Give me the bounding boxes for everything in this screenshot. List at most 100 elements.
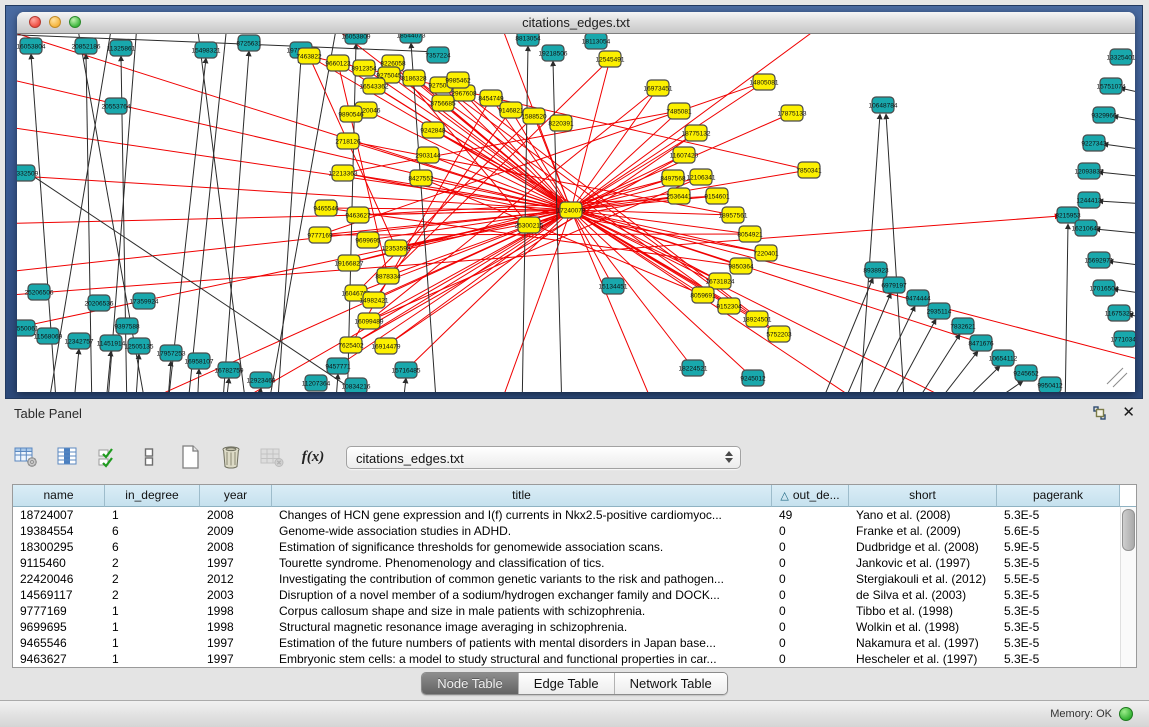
graph-node[interactable]: 2903144 xyxy=(415,147,441,163)
graph-node[interactable]: 17710343 xyxy=(1111,331,1135,347)
graph-node[interactable]: 12213363 xyxy=(329,165,358,181)
graph-node[interactable]: 9985462 xyxy=(445,72,471,88)
graph-node[interactable]: 7850341 xyxy=(796,162,822,178)
column-header-out_de[interactable]: △out_de... xyxy=(772,485,849,507)
column-header-title[interactable]: title xyxy=(272,485,772,507)
graph-node[interactable]: 11568069 xyxy=(34,328,63,344)
graph-node[interactable]: 16782759 xyxy=(215,362,244,378)
graph-node[interactable]: 1244413 xyxy=(1076,192,1102,208)
graph-node[interactable]: 9463627 xyxy=(345,207,371,223)
graph-node[interactable]: 17875133 xyxy=(778,105,807,121)
graph-node[interactable]: 9397588 xyxy=(114,318,140,334)
graph-node[interactable]: 9152304 xyxy=(716,298,742,314)
column-header-short[interactable]: short xyxy=(849,485,997,507)
network-canvas[interactable]: 16053804 20852186 11325861 15498321 8725… xyxy=(17,34,1135,392)
graph-node[interactable]: 8427552 xyxy=(408,170,434,186)
graph-node[interactable]: 8938923 xyxy=(863,262,889,278)
graph-node[interactable]: 9777169 xyxy=(307,227,333,243)
graph-node[interactable]: 18924501 xyxy=(743,311,772,327)
graph-node[interactable]: 18544073 xyxy=(397,34,426,43)
graph-node[interactable]: 8186328 xyxy=(401,70,427,86)
table-row[interactable]: 1938455462009Genome-wide association stu… xyxy=(13,523,1136,539)
graph-node[interactable]: 9699695 xyxy=(355,232,381,248)
row-height-icon[interactable] xyxy=(135,444,163,470)
graph-node[interactable]: 18957561 xyxy=(719,207,748,223)
graph-node[interactable]: 7463822 xyxy=(296,48,322,64)
graph-node[interactable]: 19218506 xyxy=(539,45,568,61)
graph-node[interactable]: 9850364 xyxy=(728,258,754,274)
graph-node[interactable]: 8878334 xyxy=(375,268,401,284)
graph-node[interactable]: 11451914 xyxy=(97,335,126,351)
graph-node[interactable]: 20852186 xyxy=(72,38,101,54)
graph-node[interactable]: 18224521 xyxy=(679,360,708,376)
graph-node[interactable]: 16053804 xyxy=(17,38,46,54)
tab-node-table[interactable]: Node Table xyxy=(422,673,518,694)
graph-node[interactable]: 9154601 xyxy=(704,188,730,204)
graph-node[interactable]: 12342757 xyxy=(65,333,94,349)
graph-node[interactable]: 2536441 xyxy=(666,188,692,204)
graph-node[interactable]: 5752203 xyxy=(766,326,792,342)
network-graph[interactable]: 16053804 20852186 11325861 15498321 8725… xyxy=(17,34,1135,392)
graph-node[interactable]: 16958107 xyxy=(185,353,214,369)
graph-node[interactable]: 2935114 xyxy=(927,303,952,319)
scrollbar-thumb[interactable] xyxy=(1122,509,1135,551)
graph-node[interactable]: 2718126 xyxy=(335,133,361,149)
graph-node[interactable]: 9146821 xyxy=(498,102,524,118)
tab-network-table[interactable]: Network Table xyxy=(614,673,727,694)
table-row[interactable]: 946554611997Estimation of the future num… xyxy=(13,635,1136,651)
graph-node[interactable]: 11607420 xyxy=(670,147,699,163)
graph-node[interactable]: 15134451 xyxy=(599,278,628,294)
graph-node[interactable]: 8471676 xyxy=(968,335,994,351)
graph-node[interactable]: 6979197 xyxy=(881,277,907,293)
graph-node[interactable]: 12545491 xyxy=(596,51,625,67)
graph-node[interactable]: 9660123 xyxy=(325,55,351,71)
graph-node[interactable]: 15498321 xyxy=(192,42,221,58)
graph-node[interactable]: 7485081 xyxy=(666,103,692,119)
graph-node[interactable]: 9245012 xyxy=(740,370,766,386)
graph-node[interactable]: 16099489 xyxy=(355,313,384,329)
graph-node[interactable]: 11675329 xyxy=(1105,305,1134,321)
graph-node[interactable]: 17016504 xyxy=(1090,280,1119,296)
table-row[interactable]: 1872400712008Changes of HCN gene express… xyxy=(13,507,1136,523)
column-header-name[interactable]: name xyxy=(13,485,105,507)
column-header-in_degree[interactable]: in_degree xyxy=(105,485,200,507)
graph-node[interactable]: 8725631 xyxy=(236,35,262,51)
graph-node[interactable]: 20206536 xyxy=(85,295,114,311)
graph-node[interactable]: 10654112 xyxy=(989,350,1018,366)
graph-node[interactable]: 17957253 xyxy=(157,345,186,361)
graph-node[interactable]: 8813054 xyxy=(515,34,541,46)
graph-node[interactable]: 16053809 xyxy=(342,34,371,44)
graph-node[interactable]: 12505135 xyxy=(125,338,154,354)
graph-node[interactable]: 25300215 xyxy=(515,217,544,233)
new-column-icon[interactable] xyxy=(176,444,204,470)
column-header-year[interactable]: year xyxy=(200,485,272,507)
graph-node[interactable]: 12106341 xyxy=(687,169,716,185)
graph-node[interactable]: 9890546 xyxy=(338,106,364,122)
graph-node[interactable]: 16543362 xyxy=(360,78,389,94)
graph-node[interactable]: 7625402 xyxy=(338,337,364,353)
table-row[interactable]: 977716911998Corpus callosum shape and si… xyxy=(13,603,1136,619)
graph-node[interactable]: 12353593 xyxy=(382,240,411,256)
graph-node[interactable]: 16914479 xyxy=(372,338,401,354)
graph-node[interactable]: 9457771 xyxy=(325,358,351,374)
graph-node[interactable]: 17359924 xyxy=(130,293,159,309)
graph-node[interactable]: 13325401 xyxy=(1107,49,1135,65)
network-window-titlebar[interactable]: citations_edges.txt xyxy=(17,12,1135,34)
graph-node[interactable]: 8497568 xyxy=(660,170,686,186)
graph-node[interactable]: 15716485 xyxy=(392,362,421,378)
vertical-scrollbar[interactable] xyxy=(1120,507,1136,667)
graph-node[interactable]: 7220401 xyxy=(753,245,779,261)
graph-node[interactable]: 12923468 xyxy=(247,372,276,388)
graph-node[interactable]: 19166827 xyxy=(335,255,364,271)
graph-node[interactable]: 9245652 xyxy=(1013,365,1039,381)
graph-node[interactable]: 18113054 xyxy=(582,34,611,49)
float-panel-icon[interactable] xyxy=(1092,406,1108,421)
graph-node[interactable]: 8912354 xyxy=(351,60,377,76)
graph-node[interactable]: 7357224 xyxy=(425,47,451,63)
graph-node[interactable]: 9242848 xyxy=(420,122,446,138)
graph-node[interactable]: 16210643 xyxy=(1072,220,1101,236)
graph-node[interactable]: 16973451 xyxy=(644,80,673,96)
column-header-pagerank[interactable]: pagerank xyxy=(997,485,1120,507)
graph-node[interactable]: 11207364 xyxy=(302,375,331,391)
close-panel-icon[interactable]: ✕ xyxy=(1122,405,1135,421)
